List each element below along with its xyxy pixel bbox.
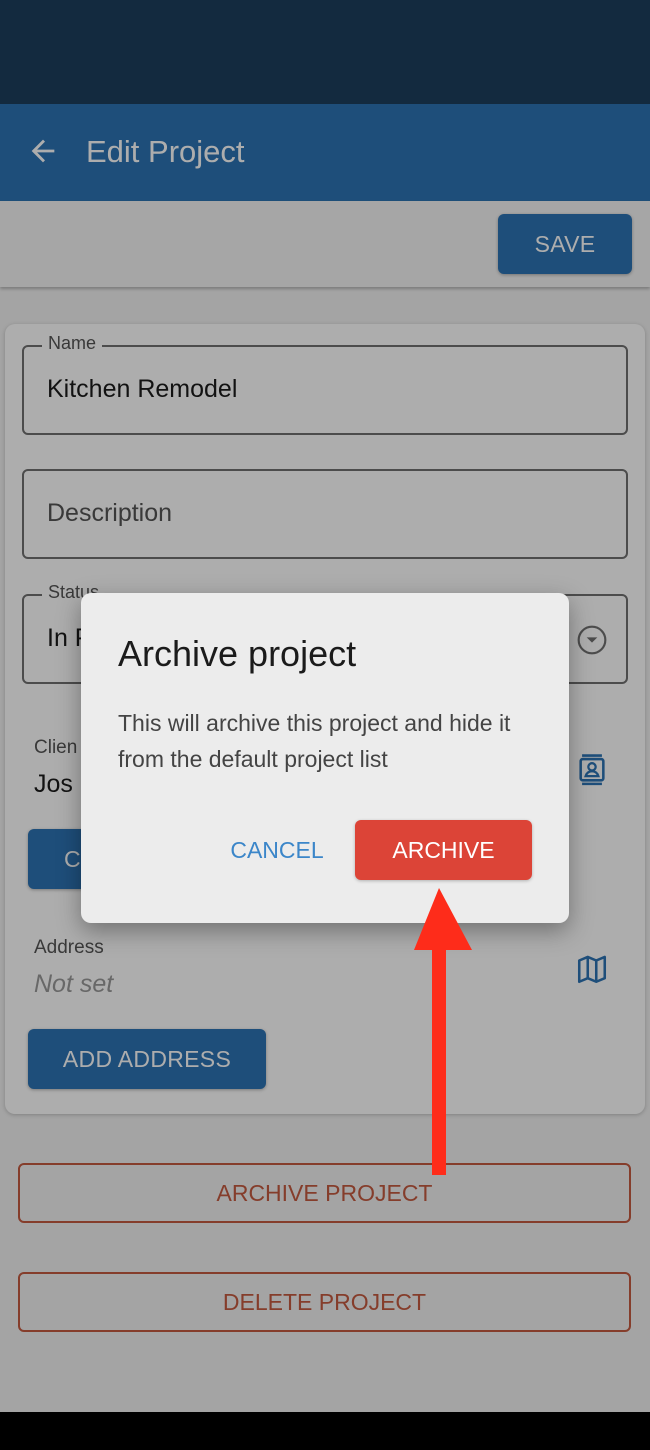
dialog-title: Archive project <box>118 633 357 674</box>
cancel-button[interactable]: CANCEL <box>211 820 343 880</box>
confirm-archive-button[interactable]: ARCHIVE <box>355 820 532 880</box>
archive-dialog: Archive project This will archive this p… <box>81 593 569 923</box>
navigation-bar <box>0 1412 650 1450</box>
dialog-message: This will archive this project and hide … <box>118 710 511 772</box>
